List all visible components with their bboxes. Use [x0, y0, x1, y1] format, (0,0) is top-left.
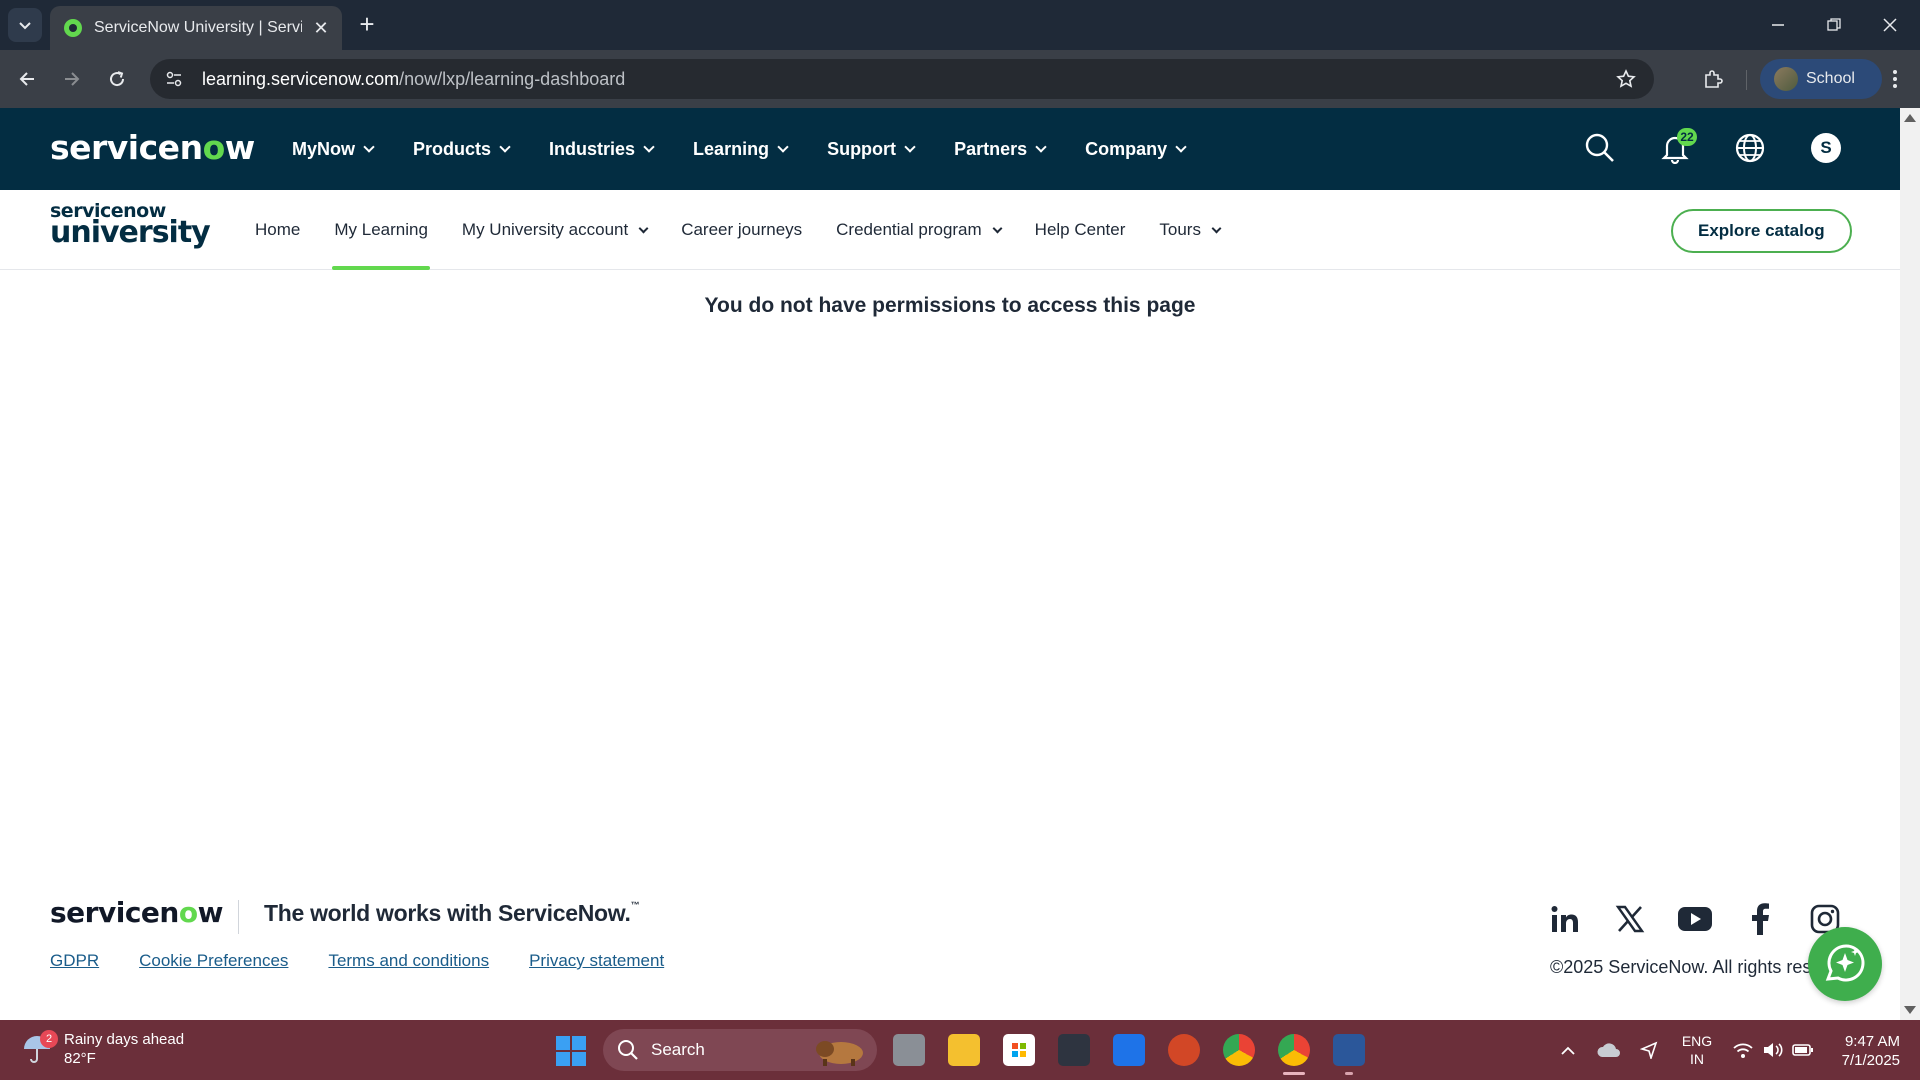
- show-hidden-icons-button[interactable]: [1556, 1020, 1580, 1080]
- taskbar-app-icon[interactable]: [1058, 1034, 1090, 1066]
- x-icon[interactable]: [1613, 902, 1647, 936]
- browser-tab-active[interactable]: ServiceNow University | ServiceNow ✕: [50, 6, 342, 50]
- page-scrollbar[interactable]: [1900, 108, 1920, 1020]
- minimize-button[interactable]: [1750, 8, 1806, 42]
- clock-date: 7/1/2025: [1841, 1052, 1900, 1069]
- reload-button[interactable]: [100, 62, 134, 96]
- servicenow-favicon-icon: [64, 19, 82, 37]
- location-icon[interactable]: [1636, 1020, 1662, 1080]
- bookmark-star-icon[interactable]: [1606, 59, 1646, 99]
- volume-icon[interactable]: [1760, 1020, 1786, 1080]
- site-info-icon[interactable]: [154, 59, 194, 99]
- footer-links: GDPR Cookie Preferences Terms and condit…: [50, 951, 704, 971]
- taskbar-app-icon[interactable]: [1113, 1034, 1145, 1066]
- close-tab-icon[interactable]: ✕: [310, 18, 332, 39]
- weather-title: Rainy days ahead: [64, 1031, 185, 1048]
- weather-temp: 82°F: [64, 1050, 96, 1067]
- chevron-up-icon: [1561, 1046, 1575, 1055]
- footer-link-gdpr[interactable]: GDPR: [50, 951, 99, 971]
- wifi-icon[interactable]: [1730, 1020, 1756, 1080]
- battery-icon[interactable]: [1790, 1020, 1816, 1080]
- weather-badge: 2: [40, 1030, 58, 1048]
- onedrive-icon[interactable]: [1596, 1020, 1622, 1080]
- umbrella-icon: 2: [22, 1030, 58, 1064]
- minimize-icon: [1772, 24, 1784, 26]
- restore-button[interactable]: [1806, 8, 1862, 42]
- footer-servicenow-logo[interactable]: servicenow: [50, 896, 223, 929]
- taskbar-file-explorer-icon[interactable]: [948, 1034, 980, 1066]
- sparkle-chat-icon: [1825, 944, 1865, 982]
- footer: servicenow The world works with ServiceN…: [0, 108, 1900, 1020]
- input-language-indicator[interactable]: ENG IN: [1680, 1032, 1714, 1068]
- taskbar-powerpoint-icon[interactable]: [1168, 1034, 1200, 1066]
- facebook-icon[interactable]: [1743, 902, 1777, 936]
- footer-link-terms[interactable]: Terms and conditions: [328, 951, 489, 971]
- footer-link-cookie-preferences[interactable]: Cookie Preferences: [139, 951, 288, 971]
- close-window-button[interactable]: [1862, 8, 1918, 42]
- youtube-icon[interactable]: [1678, 902, 1712, 936]
- url-text: learning.servicenow.com/now/lxp/learning…: [202, 68, 626, 89]
- virtual-assistant-button[interactable]: [1808, 927, 1882, 1001]
- system-clock[interactable]: 9:47 AM 7/1/2025: [1820, 1032, 1900, 1070]
- windows-taskbar: 2 Rainy days ahead 82°F Search ENG IN 9:…: [0, 1020, 1920, 1080]
- browser-menu-button[interactable]: [1878, 62, 1912, 96]
- arrow-left-icon: [19, 72, 34, 86]
- taskbar-search-label: Search: [651, 1040, 705, 1059]
- toolbar-divider: [1746, 70, 1747, 90]
- scroll-down-arrow-icon[interactable]: [1904, 1006, 1916, 1014]
- taskbar-microsoft-store-icon[interactable]: [1003, 1034, 1035, 1066]
- close-icon: [1883, 18, 1897, 32]
- arrow-right-icon: [65, 72, 80, 86]
- back-button[interactable]: [10, 62, 44, 96]
- chevron-down-icon: [19, 22, 31, 30]
- browser-tabstrip: ServiceNow University | ServiceNow ✕ +: [0, 0, 1920, 50]
- address-bar[interactable]: learning.servicenow.com/now/lxp/learning…: [150, 59, 1654, 99]
- new-tab-button[interactable]: +: [352, 10, 382, 40]
- social-links: [1548, 902, 1873, 936]
- profile-label: School: [1806, 70, 1855, 87]
- search-icon: [618, 1040, 638, 1060]
- clock-time: 9:47 AM: [1844, 1033, 1900, 1050]
- scroll-up-arrow-icon[interactable]: [1904, 114, 1916, 122]
- puzzle-icon: [1705, 70, 1723, 88]
- restore-icon: [1827, 18, 1841, 31]
- reload-icon: [110, 71, 125, 87]
- page-viewport: servicenow MyNow Products Industries Lea…: [0, 108, 1900, 1020]
- taskbar-chrome-profile-icon[interactable]: [1278, 1034, 1310, 1066]
- taskbar-search[interactable]: Search: [603, 1029, 877, 1071]
- tab-search-button[interactable]: [8, 8, 42, 42]
- linkedin-icon[interactable]: [1548, 902, 1582, 936]
- taskbar-word-icon[interactable]: [1333, 1034, 1365, 1066]
- taskbar-task-view-icon[interactable]: [893, 1034, 925, 1066]
- footer-divider: [238, 900, 239, 934]
- search-highlight-bison-icon: [816, 1041, 863, 1066]
- extensions-button[interactable]: [1696, 62, 1730, 96]
- active-app-indicator: [1283, 1072, 1305, 1075]
- profile-avatar: [1774, 67, 1798, 91]
- more-vert-icon: [1893, 70, 1897, 88]
- running-app-indicator: [1345, 1072, 1353, 1075]
- footer-tagline: The world works with ServiceNow.™: [264, 900, 640, 926]
- browser-toolbar: learning.servicenow.com/now/lxp/learning…: [0, 50, 1920, 108]
- tab-title: ServiceNow University | ServiceNow: [94, 19, 302, 36]
- forward-button[interactable]: [55, 62, 89, 96]
- start-button[interactable]: [556, 1036, 586, 1066]
- profile-button[interactable]: School: [1760, 59, 1882, 99]
- weather-widget[interactable]: 2 Rainy days ahead 82°F: [22, 1030, 184, 1068]
- taskbar-chrome-icon[interactable]: [1223, 1034, 1255, 1066]
- footer-link-privacy[interactable]: Privacy statement: [529, 951, 664, 971]
